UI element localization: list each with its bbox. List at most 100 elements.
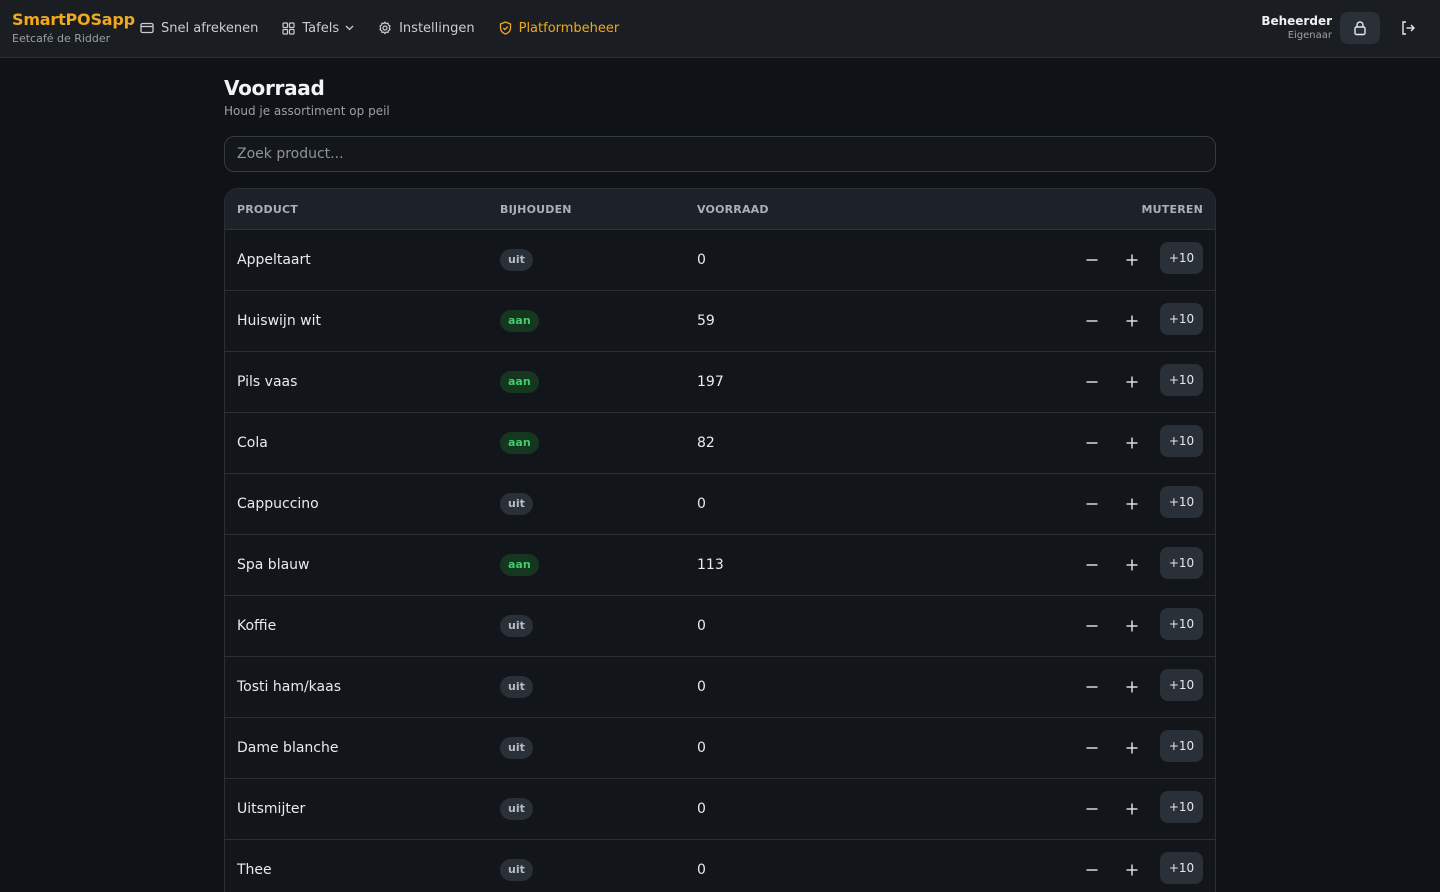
header-product: PRODUCT: [237, 202, 298, 216]
lock-button[interactable]: [1340, 12, 1380, 44]
track-toggle-badge[interactable]: aan: [500, 310, 539, 332]
increment-button[interactable]: [1120, 797, 1144, 821]
gear-icon: [379, 21, 391, 35]
product-name: Huiswijn wit: [237, 313, 321, 329]
add-ten-button[interactable]: +10: [1160, 608, 1203, 640]
add-ten-button[interactable]: +10: [1160, 669, 1203, 701]
decrement-button[interactable]: [1080, 492, 1104, 516]
increment-button[interactable]: [1120, 675, 1144, 699]
user-role: Eigenaar: [1287, 30, 1332, 41]
add-ten-button[interactable]: +10: [1160, 486, 1203, 518]
stock-value: 0: [697, 618, 706, 634]
minus-icon: [1086, 808, 1098, 810]
track-toggle-badge[interactable]: uit: [500, 249, 533, 271]
nav-item-snel-afrekenen[interactable]: Snel afrekenen: [140, 21, 258, 36]
plus-icon: [1126, 620, 1138, 632]
minus-icon: [1086, 503, 1098, 505]
add-ten-button[interactable]: +10: [1160, 730, 1203, 762]
increment-button[interactable]: [1120, 248, 1144, 272]
decrement-button[interactable]: [1080, 797, 1104, 821]
track-cell: aan: [500, 371, 697, 393]
nav-item-instellingen[interactable]: Instellingen: [378, 21, 475, 36]
track-cell: uit: [500, 859, 697, 881]
stock-value: 59: [697, 313, 715, 329]
logout-icon: [1402, 21, 1415, 35]
decrement-button[interactable]: [1080, 309, 1104, 333]
table-body: Appeltaart uit 0 +10 Huiswijn wit aan 59 +10 Pil…: [225, 230, 1215, 892]
product-name: Thee: [237, 862, 272, 878]
decrement-button[interactable]: [1080, 614, 1104, 638]
decrement-button[interactable]: [1080, 370, 1104, 394]
stock-value: 0: [697, 679, 706, 695]
track-toggle-badge[interactable]: uit: [500, 615, 533, 637]
increment-button[interactable]: [1120, 431, 1144, 455]
increment-button[interactable]: [1120, 309, 1144, 333]
track-toggle-badge[interactable]: uit: [500, 737, 533, 759]
brand-subtitle: Eetcafé de Ridder: [12, 32, 111, 45]
mutate-controls: +10: [997, 669, 1215, 701]
table-row: Cappuccino uit 0 +10: [225, 474, 1215, 535]
decrement-button[interactable]: [1080, 858, 1104, 882]
decrement-button[interactable]: [1080, 675, 1104, 699]
minus-icon: [1086, 564, 1098, 566]
header-stock: VOORRAAD: [697, 202, 769, 216]
table-row: Pils vaas aan 197 +10: [225, 352, 1215, 413]
table-row: Cola aan 82 +10: [225, 413, 1215, 474]
nav-label-platformbeheer: Platformbeheer: [518, 20, 620, 36]
add-ten-button[interactable]: +10: [1160, 791, 1203, 823]
add-ten-button[interactable]: +10: [1160, 547, 1203, 579]
decrement-button[interactable]: [1080, 553, 1104, 577]
nav-item-platformbeheer[interactable]: Platformbeheer: [499, 20, 620, 36]
track-toggle-badge[interactable]: uit: [500, 493, 533, 515]
logout-button[interactable]: [1396, 17, 1420, 39]
add-ten-button[interactable]: +10: [1160, 242, 1203, 274]
add-ten-button[interactable]: +10: [1160, 852, 1203, 884]
card-icon: [140, 22, 154, 34]
minus-icon: [1086, 320, 1098, 322]
track-cell: aan: [500, 554, 697, 576]
nav-item-tafels[interactable]: Tafels: [282, 21, 354, 36]
plus-icon: [1126, 376, 1138, 388]
nav-label-snel-afrekenen: Snel afrekenen: [161, 20, 259, 36]
stock-value: 0: [697, 740, 706, 756]
brand[interactable]: SmartPOSapp Eetcafé de Ridder: [12, 10, 135, 46]
product-name: Dame blanche: [237, 740, 339, 756]
brand-name: SmartPOSapp: [12, 10, 135, 29]
decrement-button[interactable]: [1080, 736, 1104, 760]
table-row: Huiswijn wit aan 59 +10: [225, 291, 1215, 352]
track-toggle-badge[interactable]: uit: [500, 859, 533, 881]
plus-icon: [1126, 559, 1138, 571]
track-toggle-badge[interactable]: aan: [500, 371, 539, 393]
stock-table: PRODUCT BIJHOUDEN VOORRAAD MUTEREN Appel…: [224, 188, 1216, 892]
plus-icon: [1126, 254, 1138, 266]
product-name: Cappuccino: [237, 496, 319, 512]
increment-button[interactable]: [1120, 736, 1144, 760]
increment-button[interactable]: [1120, 553, 1144, 577]
page-title: Voorraad: [224, 76, 325, 100]
table-header: PRODUCT BIJHOUDEN VOORRAAD MUTEREN: [225, 189, 1215, 230]
increment-button[interactable]: [1120, 492, 1144, 516]
track-cell: aan: [500, 432, 697, 454]
track-toggle-badge[interactable]: uit: [500, 676, 533, 698]
add-ten-button[interactable]: +10: [1160, 303, 1203, 335]
track-toggle-badge[interactable]: aan: [500, 554, 539, 576]
plus-icon: [1126, 864, 1138, 876]
table-row: Appeltaart uit 0 +10: [225, 230, 1215, 291]
decrement-button[interactable]: [1080, 431, 1104, 455]
user-name: Beheerder: [1261, 14, 1332, 28]
increment-button[interactable]: [1120, 858, 1144, 882]
track-cell: aan: [500, 310, 697, 332]
grid-icon: [282, 21, 295, 35]
product-name: Pils vaas: [237, 374, 298, 390]
stock-value: 0: [697, 496, 706, 512]
add-ten-button[interactable]: +10: [1160, 364, 1203, 396]
increment-button[interactable]: [1120, 614, 1144, 638]
search-input[interactable]: [224, 136, 1216, 172]
track-toggle-badge[interactable]: uit: [500, 798, 533, 820]
add-ten-button[interactable]: +10: [1160, 425, 1203, 457]
decrement-button[interactable]: [1080, 248, 1104, 272]
track-toggle-badge[interactable]: aan: [500, 432, 539, 454]
increment-button[interactable]: [1120, 370, 1144, 394]
table-row: Thee uit 0 +10: [225, 840, 1215, 892]
nav-label-tafels: Tafels: [302, 20, 340, 36]
